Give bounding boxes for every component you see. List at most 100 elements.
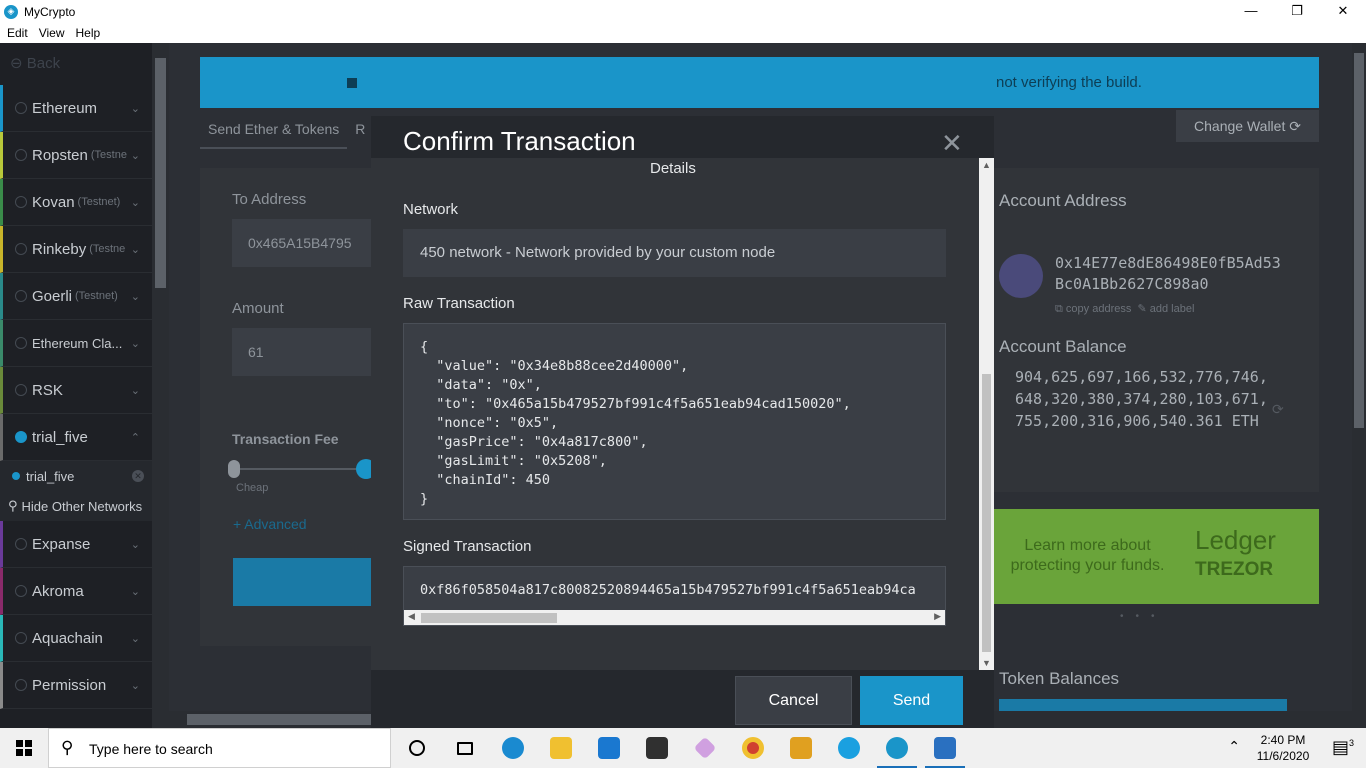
sidebar-item-sublabel: (Testne	[90, 149, 127, 161]
sidebar-item-trial-five[interactable]: trial_five ⌃	[0, 414, 152, 461]
menu-view[interactable]: View	[39, 26, 65, 40]
taskbar-search[interactable]: ⚲ Type here to search	[48, 728, 391, 768]
to-address-label: To Address	[232, 191, 307, 208]
window-title: MyCrypto	[24, 4, 76, 19]
cheap-label: Cheap	[236, 482, 269, 494]
fee-slider-track[interactable]	[233, 468, 373, 470]
change-wallet-button[interactable]: Change Wallet ⟳	[1176, 110, 1319, 142]
scrollbar-thumb[interactable]	[982, 374, 991, 652]
to-address-input[interactable]: 0x465A15B4795	[232, 219, 372, 267]
tab-request[interactable]: R	[347, 113, 373, 149]
eye-icon: ⚲	[8, 498, 18, 513]
modal-title: Confirm Transaction	[403, 126, 636, 156]
media-icon[interactable]	[777, 728, 825, 768]
scrollbar-thumb[interactable]	[155, 58, 166, 288]
chevron-down-icon: ⌄	[130, 290, 140, 303]
show-hidden-icons-icon[interactable]: ⌃	[1228, 738, 1240, 755]
signed-transaction-label: Signed Transaction	[403, 538, 532, 555]
sidebar-item-kovan[interactable]: Kovan (Testnet) ⌄	[0, 179, 152, 226]
cortana-icon[interactable]	[393, 728, 441, 768]
notifications-icon[interactable]: ▤3	[1332, 737, 1354, 758]
sidebar-item-label: Permission	[32, 676, 107, 694]
add-label-link[interactable]: add label	[1150, 303, 1195, 315]
mycrypto-icon[interactable]	[873, 728, 921, 768]
address-actions: ⧉ copy address ✎ add label	[1055, 302, 1194, 316]
fee-slider-knob[interactable]	[228, 460, 240, 478]
send-transaction-button[interactable]	[233, 558, 383, 606]
remove-node-icon[interactable]: ✕	[132, 470, 144, 482]
task-view-icon[interactable]	[441, 728, 489, 768]
sidebar-item-label: Goerli	[32, 287, 73, 305]
scroll-up-icon[interactable]: ▲	[982, 160, 991, 170]
start-button[interactable]	[0, 728, 48, 768]
hardware-wallet-promo[interactable]: Learn more about protecting your funds. …	[990, 509, 1319, 604]
close-modal-icon[interactable]: ✕	[941, 128, 963, 159]
file-explorer-icon[interactable]	[537, 728, 585, 768]
skype-icon[interactable]	[825, 728, 873, 768]
sidebar-subitem-label: trial_five	[26, 468, 75, 484]
sidebar-item-rsk[interactable]: RSK ⌄	[0, 367, 152, 414]
scrollbar-thumb[interactable]	[1354, 53, 1364, 428]
clock[interactable]: 2:40 PM 11/6/2020	[1248, 732, 1318, 764]
sidebar-item-expanse[interactable]: Expanse ⌄	[0, 521, 152, 568]
close-window-button[interactable]: ✕	[1320, 0, 1366, 23]
sidebar-item-label: Ethereum Cla...	[32, 335, 123, 351]
hide-other-networks-button[interactable]: ⚲ Hide Other Networks	[0, 491, 152, 521]
advanced-link[interactable]: + Advanced	[233, 516, 307, 532]
sidebar-item-label: Kovan	[32, 193, 75, 211]
sidebar-subitem-trial-five[interactable]: trial_five ✕	[0, 461, 152, 491]
signed-tx-scrollbar[interactable]: ◀ ▶	[404, 610, 945, 625]
sidebar-item-goerli[interactable]: Goerli (Testnet) ⌄	[0, 273, 152, 320]
amount-input[interactable]: 61	[232, 328, 372, 376]
menu-help[interactable]: Help	[75, 26, 100, 40]
copy-icon: ⧉	[1055, 303, 1063, 315]
radio-icon	[15, 196, 27, 208]
sidebar-scrollbar[interactable]	[152, 43, 169, 728]
scroll-left-icon[interactable]: ◀	[408, 611, 415, 622]
carousel-dots[interactable]: •••	[1120, 611, 1167, 622]
send-tabs: Send Ether & Tokens R	[200, 113, 373, 149]
sidebar-item-label: Rinkeby	[32, 240, 87, 258]
menu-edit[interactable]: Edit	[7, 26, 28, 40]
edge-icon[interactable]	[489, 728, 537, 768]
scrollbar-thumb[interactable]	[421, 613, 557, 623]
sidebar-item-akroma[interactable]: Akroma ⌄	[0, 568, 152, 615]
paint-icon[interactable]	[681, 728, 729, 768]
sidebar-item-sublabel: (Testnet)	[75, 290, 118, 302]
sidebar-item-ropsten[interactable]: Ropsten (Testne ⌄	[0, 132, 152, 179]
maximize-button[interactable]: ❐	[1274, 0, 1320, 23]
scroll-right-icon[interactable]: ▶	[934, 611, 941, 622]
raw-transaction-label: Raw Transaction	[403, 295, 515, 312]
refresh-balance-icon[interactable]: ⟳	[1272, 401, 1284, 418]
send-button[interactable]: Send	[860, 676, 963, 725]
taskbar: ⚲ Type here to search ⌃ 2:40 PM 11/6/202…	[0, 728, 1366, 768]
sidebar-item-permission[interactable]: Permission ⌄	[0, 662, 152, 709]
amount-label: Amount	[232, 300, 284, 317]
sidebar-item-label: Ropsten	[32, 146, 88, 164]
radio-icon	[15, 102, 27, 114]
clock-time: 2:40 PM	[1260, 733, 1306, 747]
search-icon: ⚲	[61, 738, 74, 757]
clock-date: 11/6/2020	[1256, 749, 1310, 763]
back-button[interactable]: ⊖ Back	[0, 43, 152, 85]
modal-scrollbar[interactable]: ▲ ▼	[979, 158, 994, 670]
sidebar-item-ethereum-classic[interactable]: Ethereum Cla... ⌄	[0, 320, 152, 367]
main-vertical-scrollbar[interactable]	[1352, 43, 1366, 728]
store-icon[interactable]	[633, 728, 681, 768]
tab-send-ether[interactable]: Send Ether & Tokens	[200, 113, 348, 149]
sidebar-item-sublabel: (Testne	[89, 243, 126, 255]
sidebar-item-ethereum[interactable]: Ethereum ⌄	[0, 85, 152, 132]
radio-icon	[15, 538, 27, 550]
cancel-button[interactable]: Cancel	[735, 676, 852, 725]
copy-address-link[interactable]: copy address	[1066, 303, 1131, 315]
scroll-down-icon[interactable]: ▼	[982, 658, 991, 668]
photos-icon[interactable]	[921, 728, 969, 768]
chrome-icon[interactable]	[729, 728, 777, 768]
sidebar-item-rinkeby[interactable]: Rinkeby (Testne ⌄	[0, 226, 152, 273]
minimize-button[interactable]: —	[1228, 0, 1274, 23]
sidebar-item-aquachain[interactable]: Aquachain ⌄	[0, 615, 152, 662]
mail-icon[interactable]	[585, 728, 633, 768]
taskbar-apps	[393, 728, 969, 768]
mycrypto-logo-icon: ◈	[4, 4, 18, 19]
network-value: 450 network - Network provided by your c…	[403, 229, 946, 277]
